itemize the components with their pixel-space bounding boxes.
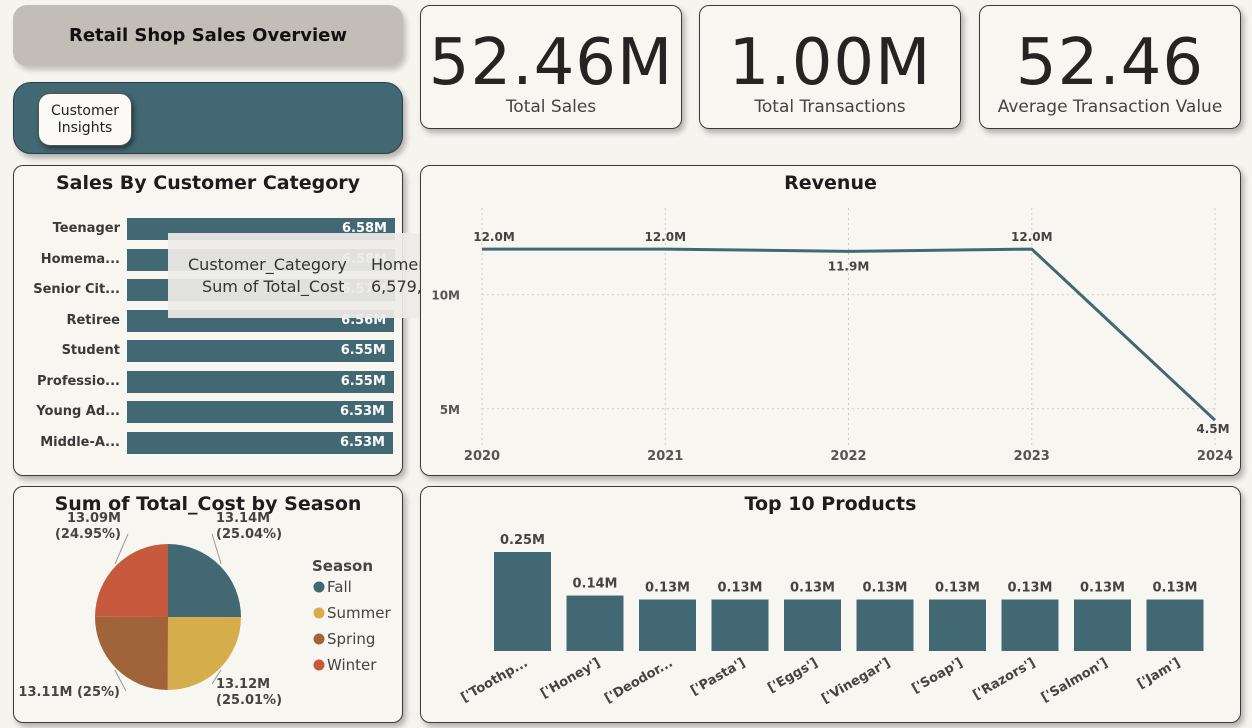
legend-marker: [313, 633, 325, 645]
kpi-card-total-sales: 52.46M Total Sales: [420, 5, 682, 129]
category-value-label: 6.53M: [339, 404, 385, 419]
kpi-value: 52.46: [1015, 26, 1205, 100]
revenue-chart[interactable]: Revenue 5M 10M 2020 2021 2022 2023 2024 12.0M 12…: [420, 165, 1241, 476]
x-tick-label: 2020: [464, 449, 500, 464]
legend-marker: [313, 607, 325, 619]
navigation-panel: Customer Insights: [13, 82, 403, 154]
report-title-text: Retail Shop Sales Overview: [68, 25, 348, 46]
legend-item: Summer: [327, 604, 391, 622]
legend-item: Fall: [327, 578, 352, 596]
pie-data-label: 13.12M: [216, 677, 270, 692]
bar-value-label: 0.25M: [500, 533, 545, 548]
bar-value-label: 0.13M: [790, 581, 835, 596]
product-bar: [711, 599, 769, 651]
category-tick-label: ['Deodor...: [602, 655, 675, 706]
legend-marker: [313, 581, 325, 593]
category-label: Homema...: [40, 251, 120, 267]
data-label: 12.0M: [644, 230, 686, 244]
product-bar: [1146, 599, 1204, 651]
report-title: Retail Shop Sales Overview: [13, 5, 403, 66]
tooltip-field-2: Sum of Total_Cost: [202, 277, 345, 296]
top-10-products-chart[interactable]: Top 10 Products 0.25M ['Toothp... 0.14M ['H…: [420, 486, 1241, 723]
pie-data-label: 13.11M (25%): [18, 685, 120, 700]
kpi-label: Total Transactions: [754, 97, 906, 117]
category-label: Middle-A...: [40, 434, 120, 450]
bar-value-label: 0.13M: [645, 581, 690, 596]
bar-value-label: 0.13M: [1080, 581, 1125, 596]
category-label: Retiree: [66, 312, 120, 328]
category-label: Teenager: [52, 221, 120, 236]
customer-insights-button[interactable]: Customer Insights: [38, 93, 132, 146]
category-tick-label: ['Jam']: [1135, 655, 1183, 691]
category-tick-label: ['Razors']: [971, 655, 1038, 703]
category-label: Student: [61, 343, 120, 358]
bar-value-label: 0.13M: [717, 581, 762, 596]
pie-slice-spring: [94, 616, 168, 690]
product-bar: [856, 599, 914, 651]
category-tick-label: ['Toothp...: [458, 655, 530, 705]
bar-value-label: 0.13M: [935, 581, 980, 596]
category-tick-label: ['Salmon']: [1039, 655, 1111, 705]
category-value-label: 6.55M: [340, 343, 386, 358]
category-value-label: 6.53M: [339, 434, 385, 450]
x-tick-label: 2023: [1014, 449, 1050, 464]
category-value-label: 6.55M: [340, 373, 386, 389]
pie-data-label: 13.14M: [216, 511, 270, 526]
kpi-value: 1.00M: [728, 26, 932, 100]
pie-data-label: (25.04%): [216, 527, 282, 542]
products-bar-plot: 0.25M ['Toothp... 0.14M ['Honey'] 0.13M ['Deo…: [458, 533, 1204, 707]
product-bar: [1001, 599, 1059, 651]
data-label: 12.0M: [473, 230, 515, 244]
product-bar: [784, 599, 841, 651]
data-label: 4.5M: [1196, 422, 1229, 436]
legend-item: Spring: [327, 630, 375, 648]
legend-item: Winter: [327, 656, 377, 674]
bar-value-label: 0.13M: [862, 581, 907, 596]
bar-value-label: 0.14M: [572, 577, 617, 592]
y-tick-label: 5M: [440, 403, 460, 417]
pie-slice-winter: [95, 544, 168, 617]
category-tick-label: ['Soap']: [909, 655, 965, 696]
kpi-label: Average Transaction Value: [997, 97, 1223, 117]
category-tick-label: ['Pasta']: [688, 655, 748, 698]
bar-value-label: 0.13M: [1152, 581, 1197, 596]
legend-title: Season: [312, 557, 373, 575]
category-tick-label: ['Honey']: [538, 655, 603, 701]
kpi-card-average-transaction-value: 52.46 Average Transaction Value: [979, 5, 1241, 129]
product-bar: [566, 595, 624, 651]
kpi-value: 52.46M: [428, 26, 674, 100]
category-label: Young Ad...: [36, 404, 120, 419]
product-bar: [494, 552, 551, 651]
category-label: Professio...: [36, 373, 120, 389]
pie-data-label: 13.09M: [67, 511, 121, 526]
product-bar: [1074, 599, 1131, 651]
kpi-label: Total Sales: [505, 97, 597, 117]
x-tick-label: 2021: [647, 449, 683, 464]
pie-plot: 13.14M(25.04%) 13.12M(25.01%) 13.11M (25%)…: [18, 511, 391, 708]
y-tick-label: 10M: [431, 289, 460, 303]
pie-data-label: (24.95%): [55, 527, 121, 542]
season-pie-chart[interactable]: Sum of Total_Cost by Season 13.14M (25.04…: [13, 486, 403, 723]
category-tick-label: ['Eggs']: [765, 655, 820, 696]
x-tick-label: 2022: [830, 449, 866, 464]
data-label: 12.0M: [1011, 230, 1053, 244]
bar-value-label: 0.13M: [1007, 581, 1052, 596]
pie-data-label: (25.01%): [216, 693, 282, 708]
kpi-card-total-transactions: 1.00M Total Transactions: [699, 5, 961, 129]
pie-slice-fall: [168, 544, 241, 618]
data-label: 11.9M: [828, 259, 870, 273]
legend-marker: [313, 659, 325, 671]
product-bar: [929, 599, 986, 651]
sales-by-customer-category-chart[interactable]: Sales By Customer Category Teenager 6.58M…: [13, 165, 403, 476]
tooltip-field-1: Customer_Category: [188, 255, 347, 274]
category-label: Senior Cit...: [33, 282, 120, 297]
x-tick-label: 2024: [1197, 449, 1233, 464]
product-bar: [639, 599, 696, 651]
revenue-line-plot: 5M 10M 2020 2021 2022 2023 2024 12.0M 12.0M 11.9M…: [431, 208, 1233, 464]
chart-title: Sales By Customer Category: [55, 172, 361, 194]
category-tick-label: ['Vinegar']: [819, 655, 893, 706]
